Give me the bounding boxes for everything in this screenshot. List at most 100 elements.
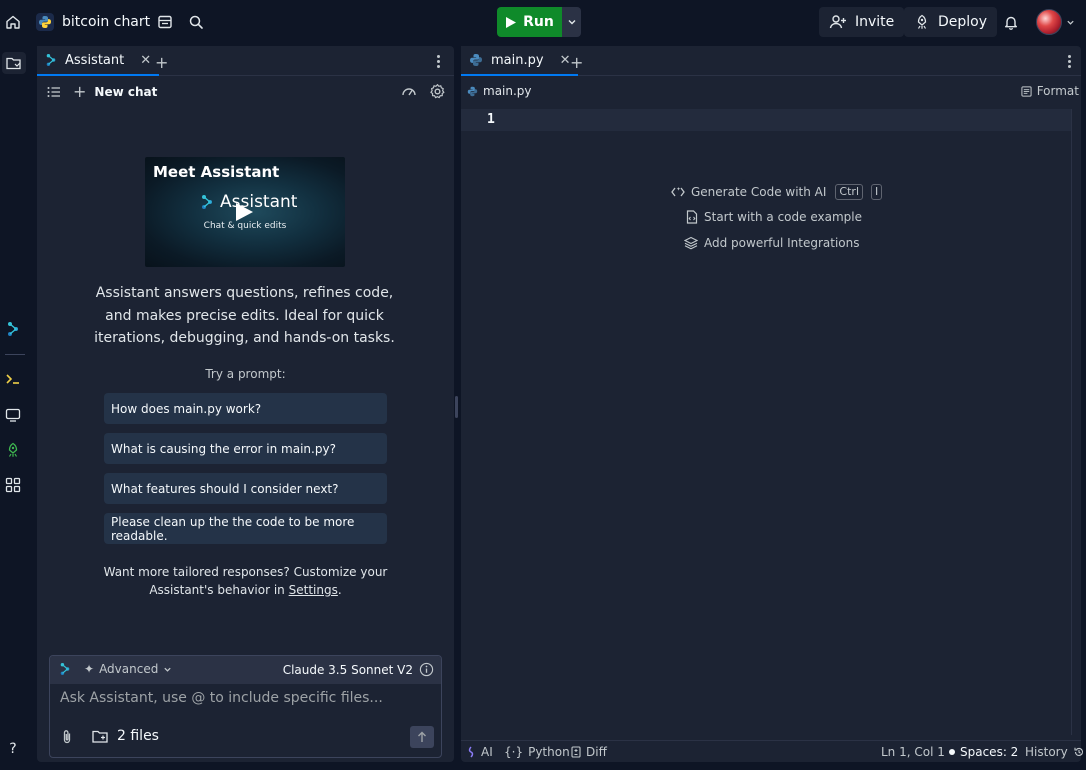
tab-assistant[interactable]: Assistant ✕ bbox=[37, 46, 160, 76]
sparkle-icon: ✦ bbox=[84, 662, 95, 676]
help-icon[interactable]: ? bbox=[4, 740, 22, 758]
panel-resize-handle[interactable] bbox=[455, 396, 458, 418]
format-icon bbox=[1021, 85, 1032, 97]
breadcrumb[interactable]: main.py bbox=[467, 84, 532, 98]
invite-label: Invite bbox=[855, 14, 895, 30]
model-selector[interactable]: Claude 3.5 Sonnet V2 bbox=[283, 663, 413, 677]
tab-main-py[interactable]: main.py ✕ bbox=[461, 46, 579, 76]
settings-link[interactable]: Settings bbox=[289, 583, 338, 597]
composer-header: ✦ Advanced Claude 3.5 Sonnet V2 bbox=[50, 656, 441, 684]
new-chat-button[interactable]: + New chat bbox=[73, 82, 157, 101]
prompt-suggestion[interactable]: What is causing the error in main.py? bbox=[104, 433, 387, 464]
tab-assistant-label: Assistant bbox=[65, 52, 125, 68]
deploy-button[interactable]: Deploy bbox=[904, 7, 998, 37]
invite-button[interactable]: Invite bbox=[819, 7, 905, 37]
status-ai-label: AI bbox=[481, 745, 493, 759]
close-icon[interactable]: ✕ bbox=[560, 53, 571, 68]
meet-assistant-video[interactable]: Meet Assistant Assistant Chat & quick ed… bbox=[145, 157, 345, 267]
play-icon[interactable] bbox=[233, 201, 255, 223]
file-code-icon bbox=[686, 210, 698, 224]
editor-panel: main.py ✕ + main.py Format 1 Generate Co… bbox=[461, 46, 1083, 762]
deploy-icon bbox=[917, 14, 927, 29]
files-count: 2 files bbox=[117, 728, 159, 744]
status-history[interactable]: History bbox=[1025, 745, 1085, 759]
status-cursor[interactable]: Ln 1, Col 1 bbox=[881, 745, 945, 759]
rail-divider bbox=[5, 354, 25, 355]
add-tab-icon[interactable]: + bbox=[570, 53, 583, 72]
python-file-icon bbox=[467, 86, 478, 96]
python-logo-icon bbox=[36, 13, 54, 31]
status-ai[interactable]: AI bbox=[466, 745, 493, 759]
assistant-intro: Assistant answers questions, refines cod… bbox=[94, 285, 395, 346]
prompt-suggestion[interactable]: What features should I consider next? bbox=[104, 473, 387, 504]
run-options-button[interactable] bbox=[562, 7, 581, 37]
prompt-suggestion[interactable]: How does main.py work? bbox=[104, 393, 387, 424]
deploy-label: Deploy bbox=[938, 14, 988, 30]
tab-main-py-label: main.py bbox=[491, 52, 544, 68]
gear-icon[interactable] bbox=[429, 83, 446, 100]
add-user-icon bbox=[829, 15, 846, 29]
layout-icon[interactable] bbox=[152, 9, 178, 35]
deploy-rail-icon[interactable] bbox=[4, 441, 22, 459]
code-editor[interactable]: 1 bbox=[461, 109, 1071, 131]
chevron-down-icon bbox=[164, 667, 171, 672]
chat-toolbar: + New chat bbox=[37, 78, 454, 106]
customize-note-period: . bbox=[337, 583, 342, 597]
account-menu[interactable] bbox=[1036, 9, 1076, 35]
speed-gauge-icon[interactable] bbox=[401, 84, 417, 98]
format-button[interactable]: Format bbox=[1021, 84, 1079, 98]
status-diff-label: Diff bbox=[586, 745, 607, 759]
prompt-suggestion[interactable]: Please clean up the the code to be more … bbox=[104, 513, 387, 544]
apps-icon[interactable] bbox=[4, 476, 22, 494]
close-icon[interactable]: ✕ bbox=[140, 53, 151, 68]
chat-composer: ✦ Advanced Claude 3.5 Sonnet V2 Ask Assi… bbox=[49, 655, 442, 758]
attached-files[interactable]: 2 files bbox=[92, 728, 159, 744]
repl-name: bitcoin chart bbox=[62, 14, 151, 30]
search-icon[interactable] bbox=[183, 9, 209, 35]
video-title: Meet Assistant bbox=[153, 163, 280, 181]
repl-title[interactable]: bitcoin chart bbox=[36, 10, 150, 34]
status-spaces-label: Spaces: 2 bbox=[960, 745, 1019, 759]
arrow-up-icon bbox=[418, 731, 426, 742]
editor-scrollbar[interactable] bbox=[1071, 109, 1081, 735]
diff-icon bbox=[571, 746, 581, 758]
video-brand-label: Assistant bbox=[220, 192, 298, 212]
python-file-icon bbox=[470, 54, 482, 66]
more-options-icon[interactable] bbox=[430, 53, 446, 69]
bell-icon[interactable] bbox=[998, 9, 1024, 35]
shell-icon[interactable] bbox=[4, 370, 22, 388]
integrations-label: Add powerful Integrations bbox=[704, 236, 860, 250]
send-button[interactable] bbox=[410, 726, 434, 748]
assistant-panel: Assistant ✕ + + New chat Meet Assistant … bbox=[37, 46, 454, 762]
play-icon bbox=[506, 16, 517, 28]
integrations-hint[interactable]: Add powerful Integrations bbox=[684, 236, 860, 250]
files-icon[interactable] bbox=[2, 52, 26, 74]
home-icon[interactable] bbox=[0, 9, 26, 35]
add-tab-icon[interactable]: + bbox=[155, 53, 168, 72]
customize-note: Want more tailored responses? Customize … bbox=[97, 563, 394, 599]
status-language[interactable]: {·} Python bbox=[504, 745, 570, 759]
status-diff[interactable]: Diff bbox=[571, 745, 607, 759]
more-options-icon[interactable] bbox=[1061, 53, 1077, 69]
code-ai-icon bbox=[671, 187, 685, 197]
plus-icon: + bbox=[73, 82, 87, 101]
left-rail: ? bbox=[0, 44, 26, 770]
assistant-icon[interactable] bbox=[4, 320, 22, 338]
mode-selector[interactable]: ✦ Advanced bbox=[84, 662, 172, 676]
code-example-hint[interactable]: Start with a code example bbox=[686, 210, 862, 224]
generate-code-hint[interactable]: Generate Code with AI Ctrl I bbox=[671, 184, 883, 200]
breadcrumb-file: main.py bbox=[483, 84, 532, 98]
attach-icon[interactable] bbox=[60, 729, 74, 745]
chat-input[interactable]: Ask Assistant, use @ to include specific… bbox=[60, 690, 430, 706]
mode-label: Advanced bbox=[99, 662, 159, 676]
code-example-label: Start with a code example bbox=[704, 210, 862, 224]
chat-history-icon[interactable] bbox=[47, 86, 61, 98]
chevron-down-icon bbox=[568, 20, 575, 25]
run-button[interactable]: Run bbox=[497, 7, 562, 37]
generate-code-label: Generate Code with AI bbox=[691, 185, 827, 199]
monitor-icon[interactable] bbox=[4, 406, 22, 424]
braces-icon: {·} bbox=[504, 745, 524, 759]
info-icon[interactable] bbox=[419, 662, 434, 677]
status-spaces[interactable]: Spaces: 2 bbox=[949, 745, 1018, 759]
dot-icon bbox=[949, 749, 955, 755]
